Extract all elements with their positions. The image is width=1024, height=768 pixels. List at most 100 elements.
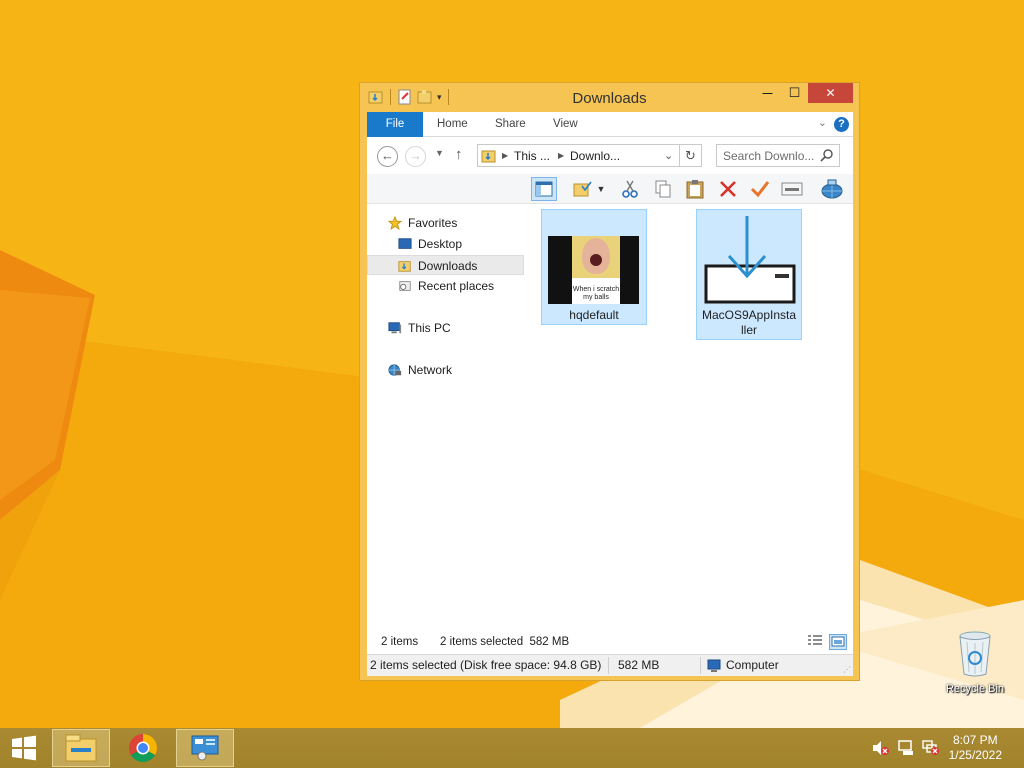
- computer-icon: [388, 322, 402, 334]
- taskbar-file-explorer[interactable]: [52, 729, 110, 767]
- recent-locations-dropdown-icon[interactable]: ▼: [435, 148, 444, 158]
- breadcrumb-this-pc[interactable]: This ...: [514, 149, 550, 163]
- ribbon-tabs: File Home Share View ⌄ ?: [367, 112, 853, 137]
- back-button[interactable]: ←: [377, 146, 398, 167]
- cut-button[interactable]: [617, 177, 643, 201]
- clock-date: 1/25/2022: [948, 748, 1002, 762]
- nav-label-favorites: Favorites: [408, 216, 458, 230]
- title-bar[interactable]: ▾ Downloads — ☐ ✕: [360, 83, 859, 111]
- start-button[interactable]: [0, 729, 48, 767]
- tab-view[interactable]: View: [553, 112, 578, 137]
- help-icon[interactable]: ?: [834, 117, 849, 132]
- close-button[interactable]: ✕: [808, 83, 853, 103]
- navigation-pane-button[interactable]: [531, 177, 557, 201]
- tab-file[interactable]: File: [367, 112, 423, 137]
- file-explorer-icon: [65, 734, 97, 762]
- recent-places-icon: [399, 281, 411, 291]
- navigation-bar: ← → ▼ ↑ ▶ This ... ▶ Downlo... ⌄ ↻: [367, 138, 853, 174]
- clock-time: 8:07 PM: [952, 733, 998, 747]
- maximize-icon: ☐: [788, 85, 801, 100]
- folder-down-icon: [398, 261, 411, 272]
- installer-download-icon: [704, 216, 796, 304]
- details-view-button[interactable]: [807, 634, 825, 650]
- large-icons-view-icon: [831, 636, 845, 647]
- address-bar[interactable]: ▶ This ... ▶ Downlo... ⌄: [477, 144, 702, 167]
- taskbar-chrome[interactable]: [114, 729, 172, 767]
- network-globe-button[interactable]: [819, 177, 845, 201]
- taskbar-control-panel[interactable]: [176, 729, 234, 767]
- rename-button[interactable]: [747, 177, 773, 201]
- copy-button[interactable]: [650, 177, 676, 201]
- select-folder-button[interactable]: [570, 177, 596, 201]
- breadcrumb-downloads[interactable]: Downlo...: [570, 149, 620, 163]
- properties-button[interactable]: [779, 177, 805, 201]
- globe-icon: [821, 179, 843, 199]
- file-name-hqdefault: hqdefault: [569, 308, 619, 322]
- file-item-hqdefault[interactable]: When i scratch my balls hqdefault: [541, 209, 647, 325]
- nav-label-network: Network: [408, 363, 453, 377]
- minimize-button[interactable]: —: [754, 83, 781, 103]
- nav-label-desktop: Desktop: [418, 237, 463, 251]
- nav-item-recent-places[interactable]: Recent places: [397, 276, 494, 296]
- command-toolbar: ▼: [367, 174, 853, 204]
- minimize-icon: —: [762, 87, 773, 99]
- forward-button[interactable]: →: [405, 146, 426, 167]
- status-divider: [608, 657, 609, 674]
- tab-home[interactable]: Home: [437, 112, 468, 137]
- resize-grip-icon[interactable]: ⋰: [843, 665, 851, 674]
- desktop-icon: [398, 238, 412, 249]
- nav-item-desktop[interactable]: Desktop: [397, 234, 462, 254]
- refresh-icon: ↻: [685, 148, 696, 163]
- address-dropdown-icon[interactable]: ⌄: [664, 149, 673, 162]
- clock[interactable]: 8:07 PM 1/25/2022: [949, 733, 1002, 763]
- window-client: File Home Share View ⌄ ? ← → ▼ ↑ ▶ This …: [367, 112, 853, 676]
- volume-muted-icon[interactable]: [872, 740, 890, 756]
- expand-ribbon-chevron-icon[interactable]: ⌄: [818, 116, 827, 129]
- selection-info: 2 items selected 582 MB: [440, 636, 570, 648]
- network-disconnected-icon[interactable]: [922, 740, 940, 756]
- control-panel-icon: [191, 735, 219, 761]
- recycle-bin-label: Recycle Bin: [945, 683, 1005, 695]
- search-icon[interactable]: [820, 148, 834, 162]
- select-dropdown-icon[interactable]: ▼: [594, 177, 608, 201]
- file-item-macos9appinstaller[interactable]: MacOS9AppInsta ller: [696, 209, 802, 340]
- file-list: When i scratch my balls hqdefault MacOS9…: [533, 205, 853, 631]
- network-icon: [388, 364, 402, 376]
- breadcrumb-separator-icon: ▶: [502, 151, 509, 160]
- delete-x-icon: [720, 181, 736, 197]
- nav-item-downloads[interactable]: Downloads: [367, 255, 524, 275]
- nav-label-recent-places: Recent places: [418, 279, 495, 293]
- file-name-macos9appinstaller-line1: MacOS9AppInsta: [701, 308, 797, 322]
- scissors-icon: [622, 180, 638, 198]
- details-view-icon: [808, 635, 822, 645]
- nav-item-network[interactable]: Network: [387, 360, 452, 380]
- recycle-bin-desktop-icon[interactable]: Recycle Bin: [938, 630, 1012, 695]
- large-icons-view-button[interactable]: [829, 634, 847, 650]
- action-center-icon[interactable]: [898, 740, 916, 756]
- maximize-button[interactable]: ☐: [781, 83, 808, 103]
- paste-button[interactable]: [682, 177, 708, 201]
- thumbnail-caption: When i scratch my balls: [572, 286, 620, 301]
- nav-item-this-pc[interactable]: This PC: [387, 318, 451, 338]
- layout-pane-icon: [535, 181, 553, 197]
- status-bar: 2 items 2 items selected 582 MB: [367, 631, 853, 653]
- search-box[interactable]: [716, 144, 840, 167]
- refresh-button[interactable]: ↻: [679, 144, 702, 167]
- nav-item-favorites[interactable]: Favorites: [387, 213, 457, 233]
- folder-down-icon: [481, 150, 496, 163]
- details-location: Computer: [726, 658, 779, 672]
- tab-share[interactable]: Share: [495, 112, 526, 137]
- checkmark-icon: [750, 181, 770, 198]
- details-size: 582 MB: [618, 658, 660, 672]
- up-arrow-icon[interactable]: ↑: [455, 146, 463, 163]
- navigation-pane: Favorites Desktop Downloads Recent place…: [367, 205, 531, 631]
- star-icon: [387, 215, 403, 230]
- forward-arrow-icon: →: [409, 148, 422, 163]
- search-input[interactable]: [717, 145, 817, 166]
- details-status-bar: 2 items selected (Disk free space: 94.8 …: [367, 654, 853, 676]
- taskbar: 8:07 PM 1/25/2022: [0, 728, 1024, 768]
- status-divider: [700, 657, 701, 674]
- nav-label-this-pc: This PC: [408, 321, 451, 335]
- details-selection: 2 items selected (Disk free space: 94.8 …: [370, 658, 602, 672]
- delete-button[interactable]: [715, 177, 741, 201]
